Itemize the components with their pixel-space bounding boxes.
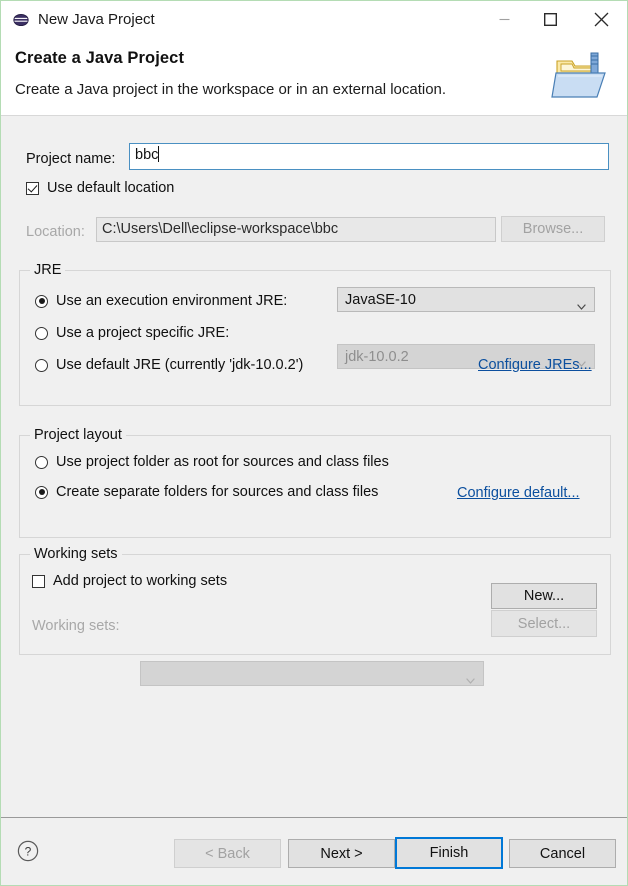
radio-icon (35, 326, 48, 340)
back-button: < Back (174, 839, 281, 868)
add-project-to-working-sets-label: Add project to working sets (53, 573, 228, 589)
cancel-label: Cancel (539, 845, 586, 862)
project-name-input[interactable]: bbc (129, 143, 609, 170)
project-name-value: bbc (135, 147, 159, 163)
finish-button[interactable]: Finish (395, 837, 503, 869)
radio-icon (35, 294, 48, 308)
page-title: Create a Java Project (15, 49, 185, 67)
jre-option-project-specific[interactable]: Use a project specific JRE: (35, 325, 229, 341)
maximize-icon[interactable] (527, 1, 573, 38)
browse-label: Browse... (522, 221, 584, 237)
svg-text:?: ? (25, 844, 32, 858)
use-default-location-checkbox[interactable]: Use default location (26, 180, 174, 196)
radio-icon (35, 455, 48, 469)
dialog-body: Project name: bbc Use default location L… (1, 117, 627, 817)
eclipse-sphere-icon (13, 12, 29, 28)
new-working-set-button[interactable]: New... (491, 583, 597, 609)
text-caret (158, 146, 160, 162)
back-label: < Back (205, 845, 250, 862)
execution-environment-value: JavaSE-10 (345, 291, 416, 308)
project-layout-group-title: Project layout (30, 427, 126, 443)
checkbox-icon (26, 181, 39, 195)
execution-environment-combo[interactable]: JavaSE-10 (337, 287, 595, 312)
layout-option-separate-folders[interactable]: Create separate folders for sources and … (35, 484, 378, 500)
cancel-button[interactable]: Cancel (509, 839, 616, 868)
chevron-down-icon (577, 297, 586, 310)
use-default-location-label: Use default location (47, 180, 175, 196)
working-sets-combo (140, 661, 484, 686)
browse-button: Browse... (501, 216, 605, 242)
radio-icon (35, 358, 48, 372)
help-icon[interactable]: ? (17, 840, 39, 862)
title-bar: New Java Project (1, 1, 627, 38)
location-label: Location: (26, 224, 85, 240)
jre-option-label: Use an execution environment JRE: (56, 293, 288, 309)
project-specific-jre-value: jdk-10.0.2 (345, 348, 409, 365)
window-controls (481, 1, 627, 38)
select-working-set-button: Select... (491, 610, 597, 637)
add-project-to-working-sets-checkbox[interactable]: Add project to working sets (32, 573, 227, 589)
jre-option-label: Use a project specific JRE: (56, 325, 230, 341)
jre-option-default[interactable]: Use default JRE (currently 'jdk-10.0.2') (35, 357, 303, 373)
dialog-header: Create a Java Project Create a Java proj… (1, 38, 627, 116)
minimize-icon[interactable] (481, 1, 527, 38)
checkbox-icon (32, 574, 45, 588)
jre-option-execution-environment[interactable]: Use an execution environment JRE: (35, 293, 287, 309)
java-project-folder-icon (551, 47, 613, 105)
location-input: C:\Users\Dell\eclipse-workspace\bbc (96, 217, 496, 242)
select-label: Select... (517, 615, 571, 632)
layout-option-project-folder-root[interactable]: Use project folder as root for sources a… (35, 454, 389, 470)
next-button[interactable]: Next > (288, 839, 395, 868)
layout-option-label: Use project folder as root for sources a… (56, 454, 389, 470)
page-description: Create a Java project in the workspace o… (15, 81, 447, 98)
radio-icon (35, 485, 48, 499)
jre-option-label: Use default JRE (currently 'jdk-10.0.2') (56, 357, 304, 373)
close-icon[interactable] (573, 1, 627, 38)
jre-group-title: JRE (30, 262, 66, 278)
new-label: New... (523, 588, 565, 604)
location-value: C:\Users\Dell\eclipse-workspace\bbc (102, 221, 339, 237)
project-name-label: Project name: (26, 151, 116, 167)
chevron-down-icon (466, 671, 475, 684)
configure-jres-link[interactable]: Configure JREs... (478, 357, 592, 373)
next-label: Next > (320, 845, 363, 862)
layout-option-label: Create separate folders for sources and … (56, 484, 379, 500)
new-java-project-dialog: New Java Project Create a Java Project C… (0, 0, 628, 886)
finish-label: Finish (429, 845, 469, 861)
working-sets-label: Working sets: (32, 618, 120, 634)
window-title: New Java Project (38, 11, 155, 28)
working-sets-group-title: Working sets (30, 546, 122, 562)
configure-default-link[interactable]: Configure default... (457, 485, 580, 501)
